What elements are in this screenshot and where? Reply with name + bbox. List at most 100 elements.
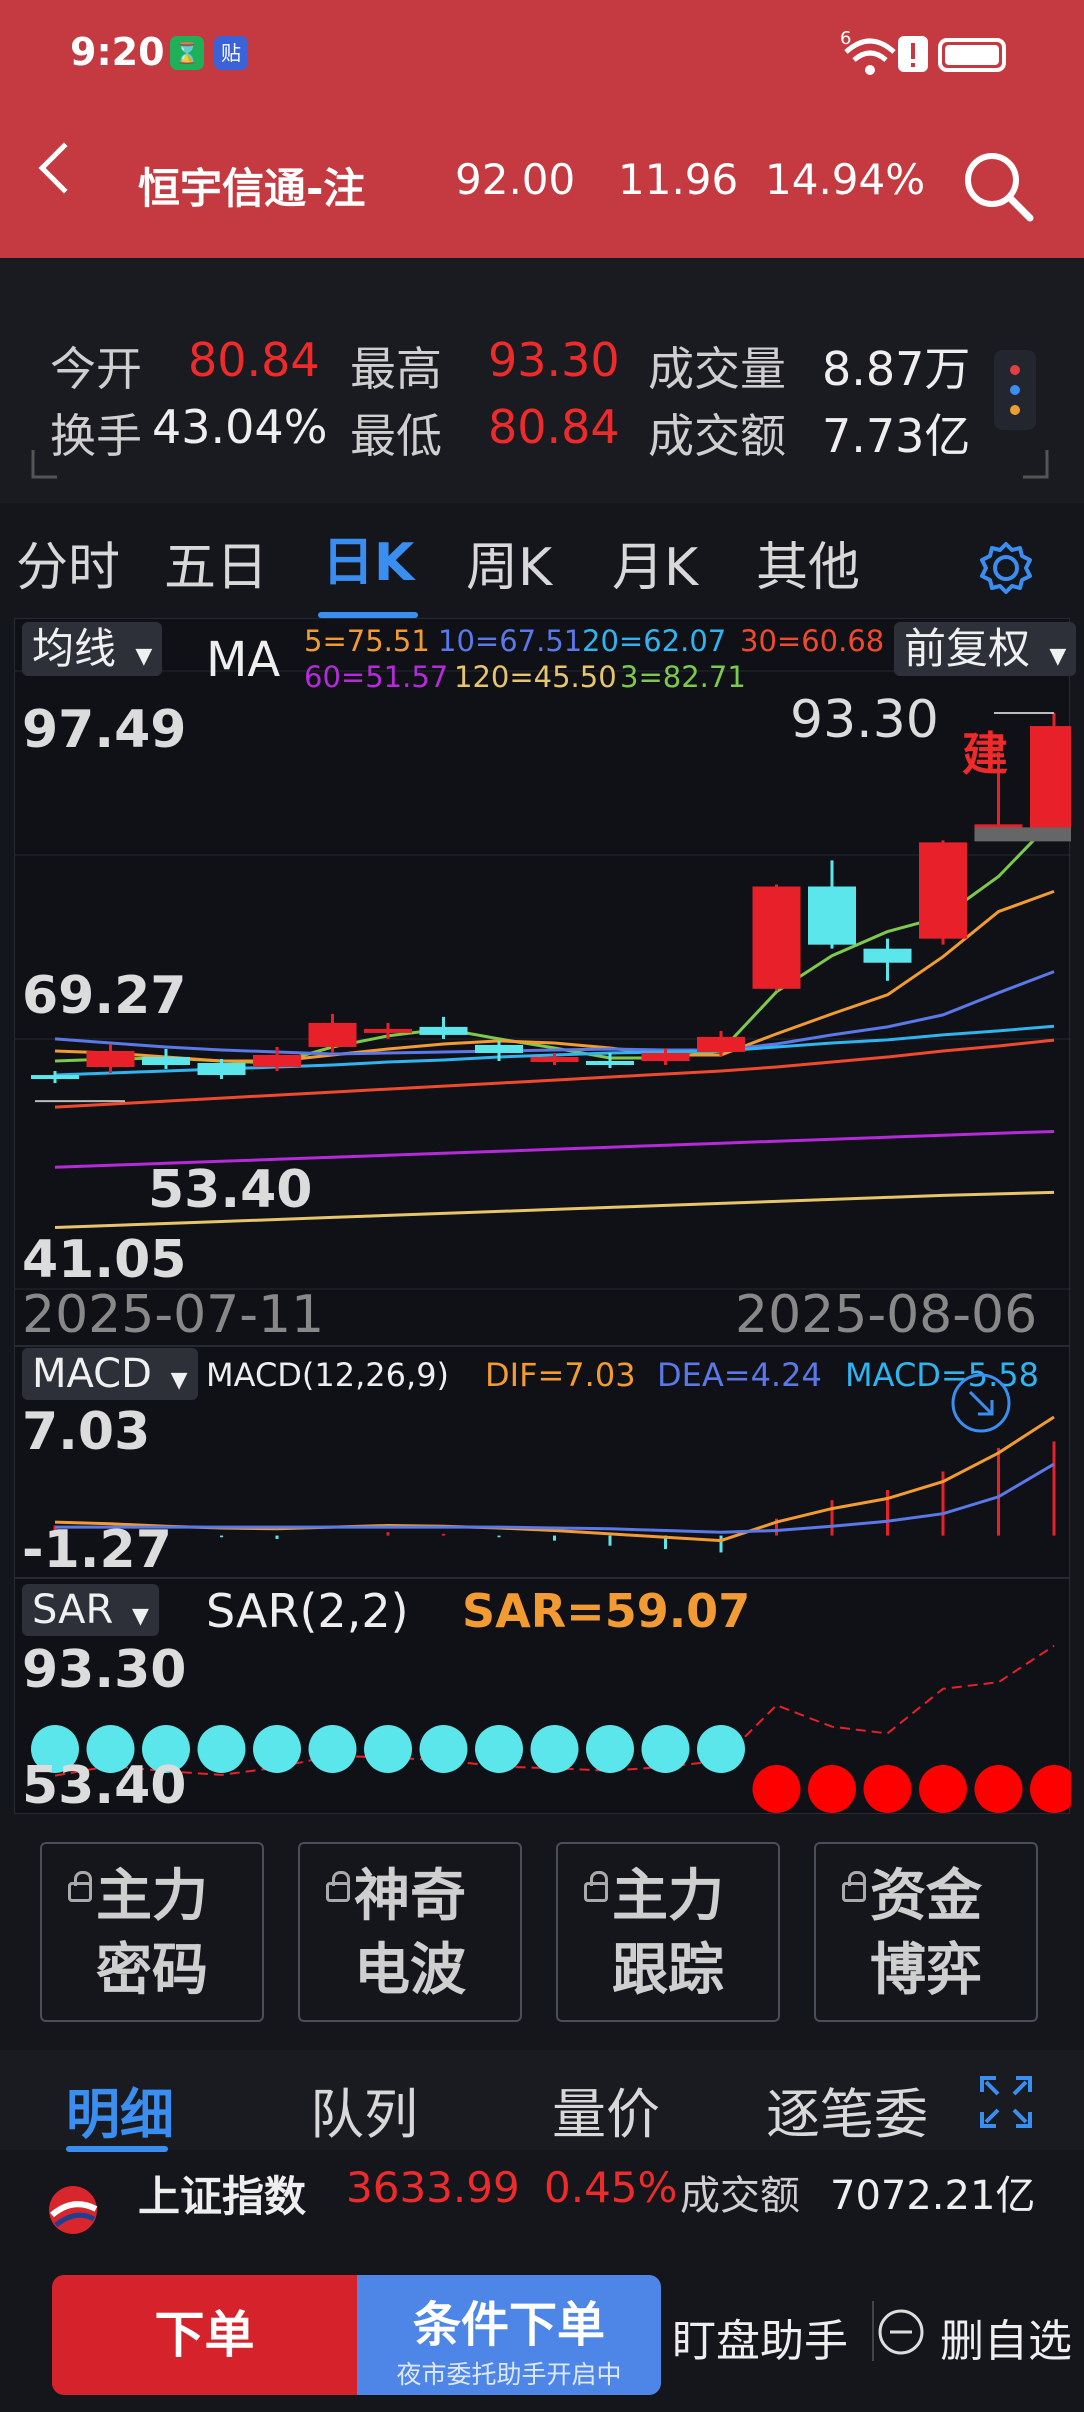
- macd-dif: DIF=7.03: [485, 1356, 636, 1394]
- status-time: 9:20: [70, 30, 165, 74]
- macd-dea-line: [55, 1462, 1055, 1534]
- header-price: 92.00: [455, 155, 576, 204]
- tab-wuri[interactable]: 五日: [164, 525, 268, 600]
- ma-label: MA: [206, 632, 281, 688]
- index-amount-label: 成交额: [680, 2173, 800, 2219]
- sticker-icon: 贴: [214, 36, 248, 70]
- tab-daily-k[interactable]: 日K: [322, 520, 414, 595]
- sar-dot: [974, 1765, 1023, 1813]
- sar-y-bottom: 53.40: [22, 1756, 187, 1816]
- sar-value: SAR=59.07: [462, 1584, 751, 1638]
- sar-dot: [253, 1725, 301, 1773]
- candle-body: [530, 1056, 579, 1063]
- sar-dot: [419, 1725, 468, 1773]
- sar-dropdown[interactable]: SAR ▼: [22, 1584, 159, 1636]
- sar-dot: [197, 1725, 246, 1773]
- candle-body: [31, 1075, 79, 1080]
- macd-y-bottom: -1.27: [22, 1520, 172, 1580]
- volume-value: 8.87万: [822, 342, 971, 396]
- macd-params: MACD(12,26,9): [206, 1356, 450, 1394]
- minus-circle-icon: [878, 2309, 924, 2355]
- tab-volume-price[interactable]: 量价: [552, 2070, 660, 2149]
- y-axis-bottom: 41.05: [22, 1230, 187, 1290]
- search-icon[interactable]: [962, 150, 1034, 222]
- volume-label: 成交量: [648, 342, 786, 396]
- candle-body: [364, 1028, 412, 1033]
- feature-main-password[interactable]: 主力 密码: [40, 1842, 264, 2022]
- open-value: 80.84: [188, 333, 320, 387]
- ma-value-2: 20=62.07: [582, 624, 727, 658]
- ma-line-ma5: [54, 889, 1055, 1063]
- candle-body: [142, 1056, 190, 1066]
- feature-line2: 密码: [96, 1938, 208, 2003]
- sar-dot: [863, 1765, 912, 1813]
- adjust-dropdown-label: 前复权: [904, 624, 1031, 673]
- order-button[interactable]: 下单: [52, 2275, 357, 2395]
- alert-icon: [898, 36, 928, 72]
- bottom-action-bar: 下单 条件下单 夜市委托助手开启中 盯盘助手 删自选: [0, 2255, 1084, 2412]
- sse-logo-icon: [49, 2186, 98, 2234]
- macd-dif-line: [54, 1415, 1055, 1543]
- sar-dot: [1030, 1765, 1071, 1813]
- chevron-down-icon: ▼: [170, 1368, 188, 1393]
- open-label: 今开: [50, 342, 142, 396]
- candle-body: [86, 1050, 135, 1068]
- macd-dropdown-label: MACD: [32, 1351, 152, 1397]
- tab-monthly-k[interactable]: 月K: [612, 525, 698, 600]
- feature-capital-game[interactable]: 资金 博弈: [814, 1842, 1038, 2022]
- tab-queue[interactable]: 队列: [310, 2070, 418, 2149]
- candle-body: [308, 1022, 357, 1047]
- delete-watchlist-button[interactable]: 删自选: [940, 2305, 1072, 2369]
- index-value: 3633.99: [346, 2163, 520, 2212]
- tab-fenshi[interactable]: 分时: [16, 525, 120, 600]
- feature-main-tracking[interactable]: 主力 跟踪: [556, 1842, 780, 2022]
- back-button[interactable]: [38, 142, 90, 194]
- sar-dot: [752, 1765, 801, 1813]
- sar-dot: [697, 1725, 745, 1773]
- index-name: 上证指数: [138, 2172, 307, 2221]
- sar-dot: [308, 1725, 357, 1773]
- index-pct: 0.45%: [544, 2163, 678, 2212]
- conditional-order-sub: 夜市委托助手开启中: [396, 2360, 622, 2389]
- feature-magic-wave[interactable]: 神奇 电波: [298, 1842, 522, 2022]
- ma-value-4: 60=51.57: [304, 660, 449, 694]
- chevron-down-icon: ▼: [132, 1604, 149, 1629]
- signal-label: 6: [840, 28, 852, 49]
- ma-value-6: 3=82.71: [620, 660, 746, 694]
- macd-dropdown[interactable]: MACD ▼: [22, 1348, 198, 1400]
- more-dots-icon[interactable]: [990, 350, 1040, 430]
- adjust-dropdown[interactable]: 前复权 ▼: [894, 622, 1077, 676]
- macd-dea: DEA=4.24: [657, 1356, 822, 1394]
- sar-y-top: 93.30: [22, 1640, 187, 1700]
- feature-line2: 电波: [354, 1938, 466, 2003]
- tab-weekly-k[interactable]: 周K: [466, 525, 552, 600]
- feature-line2: 跟踪: [612, 1938, 724, 2003]
- tab-other[interactable]: 其他: [756, 525, 860, 600]
- candle-body: [752, 886, 801, 989]
- index-amount-value: 7072.21亿: [830, 2173, 1036, 2219]
- index-ticker[interactable]: 上证指数 3633.99 0.45% 成交额 7072.21亿: [0, 2155, 1084, 2245]
- conditional-order-button[interactable]: 条件下单 夜市委托助手开启中: [357, 2275, 661, 2395]
- indicator-dropdown-label: 均线: [32, 624, 117, 673]
- turnover-value: 43.04%: [152, 400, 328, 454]
- settings-gear-icon[interactable]: [976, 538, 1036, 598]
- tab-order-by-order[interactable]: 逐笔委: [766, 2070, 928, 2149]
- candle-body: [697, 1036, 745, 1052]
- expand-arrow-icon[interactable]: [948, 1370, 1014, 1436]
- build-position-tag[interactable]: 建: [962, 718, 1008, 784]
- fullscreen-icon[interactable]: [978, 2074, 1034, 2130]
- min-price-label: 53.40: [148, 1160, 313, 1220]
- chevron-down-icon: ▼: [1049, 644, 1067, 669]
- sar-dot: [475, 1725, 523, 1773]
- monitor-assistant-button[interactable]: 盯盘助手: [672, 2305, 848, 2369]
- low-label: 最低: [350, 409, 442, 463]
- corner-bracket-left-icon: [31, 450, 57, 479]
- battery-icon: [938, 38, 1006, 72]
- amount-label: 成交额: [648, 409, 786, 463]
- lock-icon: [68, 1871, 92, 1902]
- candle-body: [475, 1044, 523, 1053]
- tab-detail[interactable]: 明细: [66, 2070, 174, 2149]
- conditional-order-label: 条件下单: [412, 2297, 605, 2353]
- indicator-dropdown[interactable]: 均线 ▼: [22, 622, 163, 676]
- quote-stats: 今开 80.84 最高 93.30 成交量 8.87万 换手 43.04% 最低…: [0, 258, 1084, 503]
